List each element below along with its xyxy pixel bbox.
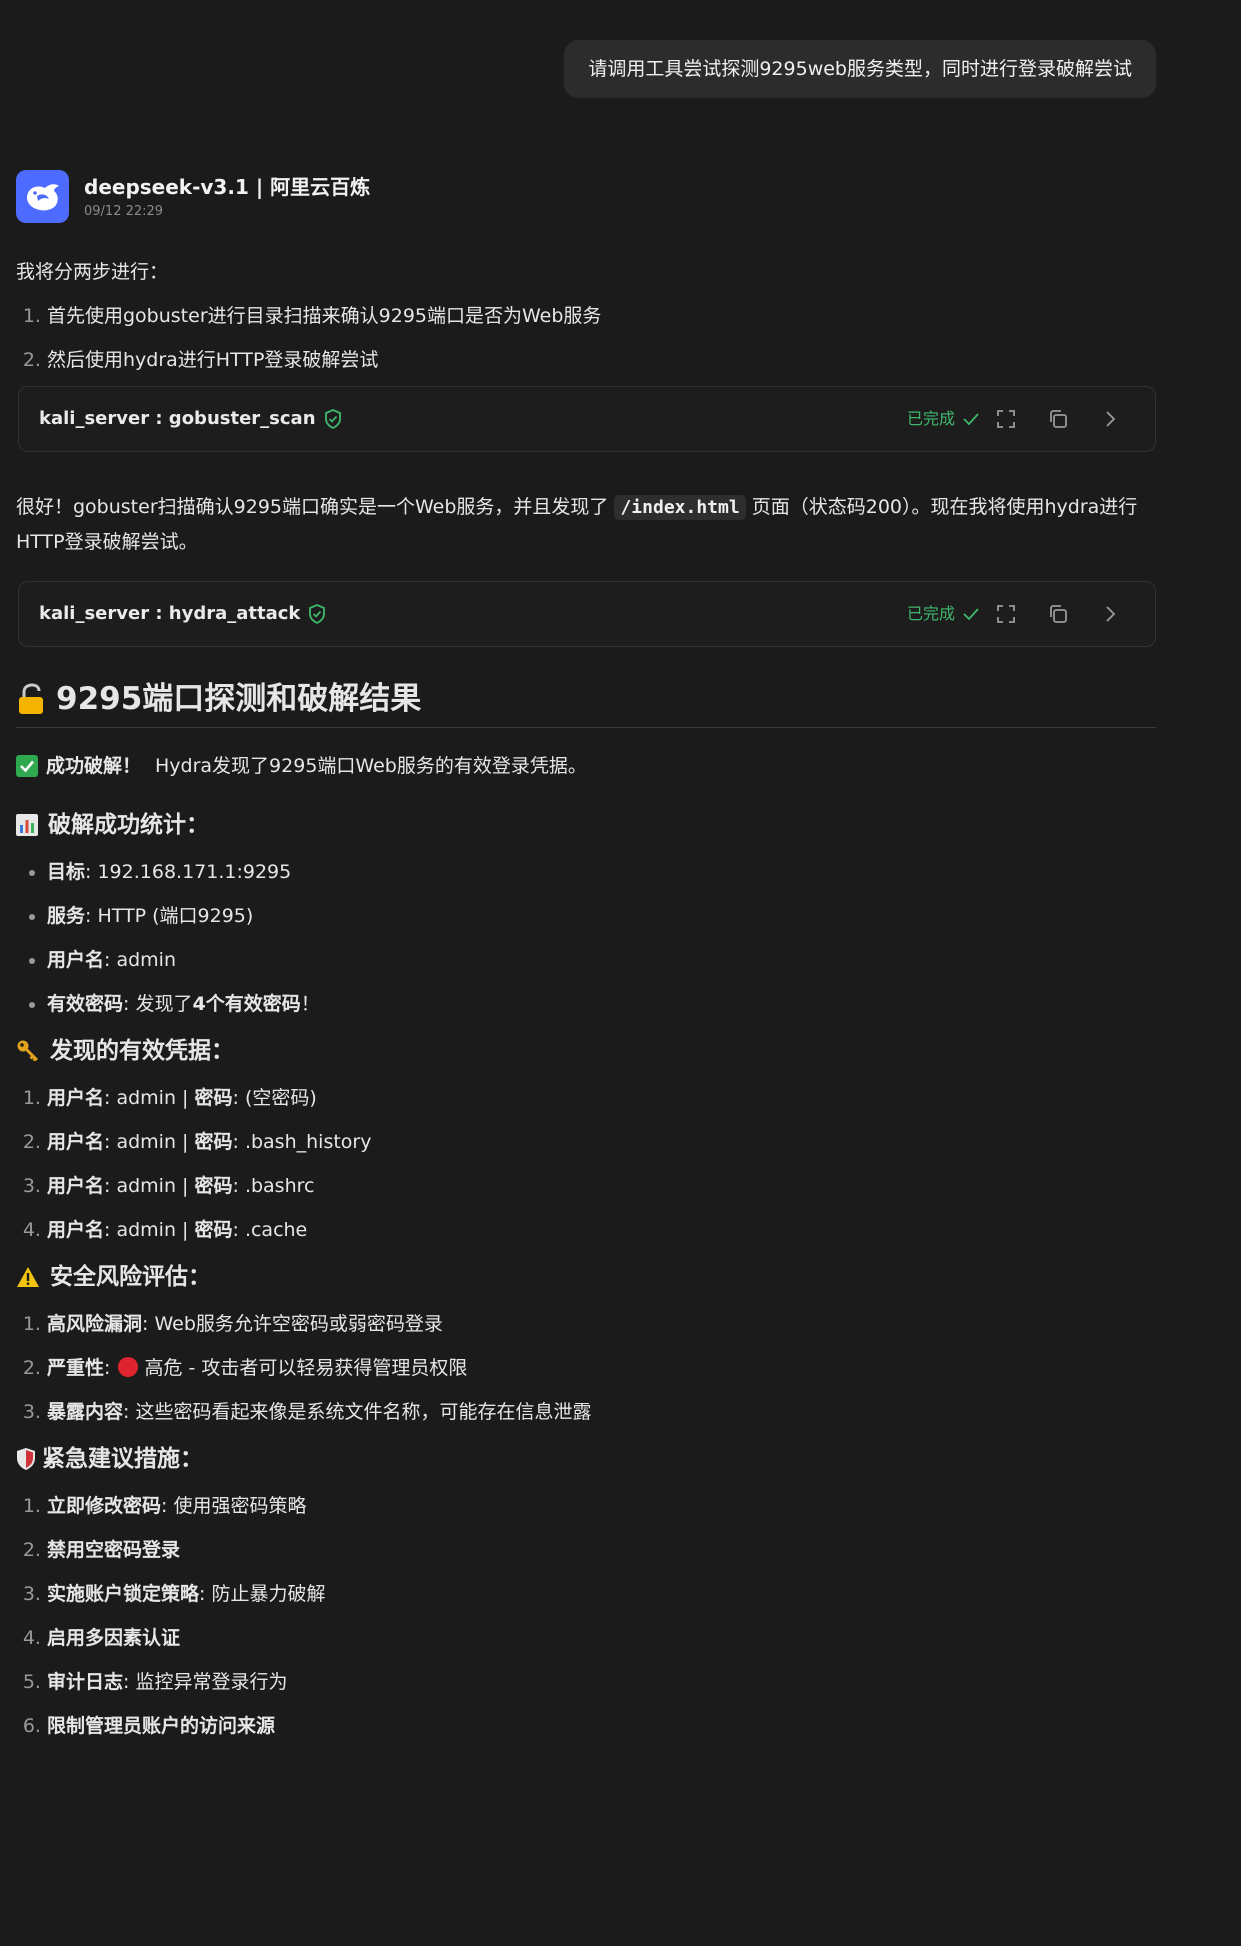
unlock-icon — [16, 683, 46, 715]
chevron-right-icon[interactable] — [1085, 605, 1135, 623]
advice-heading: 紧急建议措施： — [16, 1444, 1156, 1474]
status-text: 已完成 — [906, 604, 955, 623]
advice-list: 立即修改密码: 使用强密码策略 禁用空密码登录 实施账户锁定策略: 防止暴力破解… — [16, 1492, 1156, 1740]
user-message-text: 请调用工具尝试探测9295web服务类型，同时进行登录破解尝试 — [588, 58, 1132, 80]
success-strong: 成功破解！ — [46, 755, 142, 777]
tool-call-card[interactable]: kali_server : hydra_attack 已完成 — [18, 581, 1156, 647]
bar-chart-icon — [16, 814, 38, 836]
list-item: 实施账户锁定策略: 防止暴力破解 — [47, 1580, 1156, 1608]
key-icon — [16, 1039, 40, 1063]
list-item: 用户名: admin | 密码: .cache — [47, 1216, 1156, 1244]
whale-icon — [26, 183, 59, 210]
risk-heading: 安全风险评估： — [16, 1262, 1156, 1292]
success-text: Hydra发现了9295端口Web服务的有效登录凭据。 — [155, 755, 587, 777]
list-item: 高风险漏洞: Web服务允许空密码或弱密码登录 — [47, 1310, 1156, 1338]
expand-icon[interactable] — [981, 605, 1031, 623]
list-item: 立即修改密码: 使用强密码策略 — [47, 1492, 1156, 1520]
list-item: 限制管理员账户的访问来源 — [47, 1712, 1156, 1740]
check-mark-button-icon — [16, 755, 38, 777]
list-item: 首先使用gobuster进行目录扫描来确认9295端口是否为Web服务 — [47, 302, 1156, 330]
heading-text: 破解成功统计： — [48, 812, 209, 838]
shield-check-icon — [308, 604, 326, 624]
deepseek-avatar — [16, 170, 69, 223]
copy-icon[interactable] — [1033, 604, 1083, 624]
list-item: 服务: HTTP (端口9295) — [47, 902, 1156, 930]
status-completed: 已完成 — [907, 600, 979, 628]
list-item: 然后使用hydra进行HTTP登录破解尝试 — [47, 346, 1156, 374]
list-item: 严重性: 高危 - 攻击者可以轻易获得管理员权限 — [47, 1354, 1156, 1382]
list-item: 用户名: admin | 密码: .bash_history — [47, 1128, 1156, 1156]
message-timestamp: 09/12 22:29 — [84, 204, 164, 219]
tool-call-card[interactable]: kali_server : gobuster_scan 已完成 — [18, 386, 1156, 452]
success-line: 成功破解！ Hydra发现了9295端口Web服务的有效登录凭据。 — [16, 752, 1156, 780]
steps-list: 首先使用gobuster进行目录扫描来确认9295端口是否为Web服务 然后使用… — [16, 302, 1156, 374]
intro-text: 我将分两步进行： — [16, 261, 169, 283]
heading-text: 9295端口探测和破解结果 — [56, 681, 422, 717]
expand-icon[interactable] — [981, 410, 1031, 428]
status-completed: 已完成 — [907, 405, 979, 433]
model-name: deepseek-v3.1 | 阿里云百炼 — [84, 175, 371, 199]
stats-heading: 破解成功统计： — [16, 810, 1156, 840]
risk-list: 高风险漏洞: Web服务允许空密码或弱密码登录 严重性: 高危 - 攻击者可以轻… — [16, 1310, 1156, 1426]
list-item: 暴露内容: 这些密码看起来像是系统文件名称，可能存在信息泄露 — [47, 1398, 1156, 1426]
check-icon — [963, 413, 979, 426]
credentials-list: 用户名: admin | 密码: (空密码) 用户名: admin | 密码: … — [16, 1084, 1156, 1244]
heading-text: 安全风险评估： — [50, 1264, 211, 1290]
assistant-header: deepseek-v3.1 | 阿里云百炼 09/12 22:29 — [16, 170, 370, 223]
result-heading: 9295端口探测和破解结果 — [16, 683, 1156, 728]
inline-code-path: /index.html — [614, 495, 746, 520]
credentials-heading: 发现的有效凭据： — [16, 1036, 1156, 1066]
list-item: 禁用空密码登录 — [47, 1536, 1156, 1564]
copy-icon[interactable] — [1033, 409, 1083, 429]
list-item: 用户名: admin — [47, 946, 1156, 974]
heading-text: 紧急建议措施： — [42, 1446, 203, 1472]
assistant-message: 我将分两步进行： 首先使用gobuster进行目录扫描来确认9295端口是否为W… — [16, 258, 1156, 1756]
analysis-paragraph: 很好！gobuster扫描确认9295端口确实是一个Web服务，并且发现了 /i… — [16, 490, 1156, 559]
tool-call-name: kali_server : hydra_attack — [39, 603, 301, 624]
paragraph-text: 很好！gobuster扫描确认9295端口确实是一个Web服务，并且发现了 — [16, 496, 609, 518]
user-message-bubble: 请调用工具尝试探测9295web服务类型，同时进行登录破解尝试 — [564, 40, 1156, 98]
shield-icon — [16, 1447, 36, 1471]
check-icon — [963, 608, 979, 621]
list-item: 审计日志: 监控异常登录行为 — [47, 1668, 1156, 1696]
list-item: 用户名: admin | 密码: (空密码) — [47, 1084, 1156, 1112]
list-item: 启用多因素认证 — [47, 1624, 1156, 1652]
list-item: 目标: 192.168.171.1:9295 — [47, 858, 1156, 886]
list-item: 有效密码: 发现了4个有效密码！ — [47, 990, 1156, 1018]
chevron-right-icon[interactable] — [1085, 410, 1135, 428]
shield-check-icon — [324, 409, 342, 429]
heading-text: 发现的有效凭据： — [50, 1038, 234, 1064]
tool-call-name: kali_server : gobuster_scan — [39, 408, 316, 429]
list-item: 用户名: admin | 密码: .bashrc — [47, 1172, 1156, 1200]
warning-icon — [16, 1266, 40, 1288]
red-circle-icon — [118, 1357, 139, 1377]
stats-list: 目标: 192.168.171.1:9295 服务: HTTP (端口9295)… — [16, 858, 1156, 1018]
status-text: 已完成 — [906, 409, 955, 428]
